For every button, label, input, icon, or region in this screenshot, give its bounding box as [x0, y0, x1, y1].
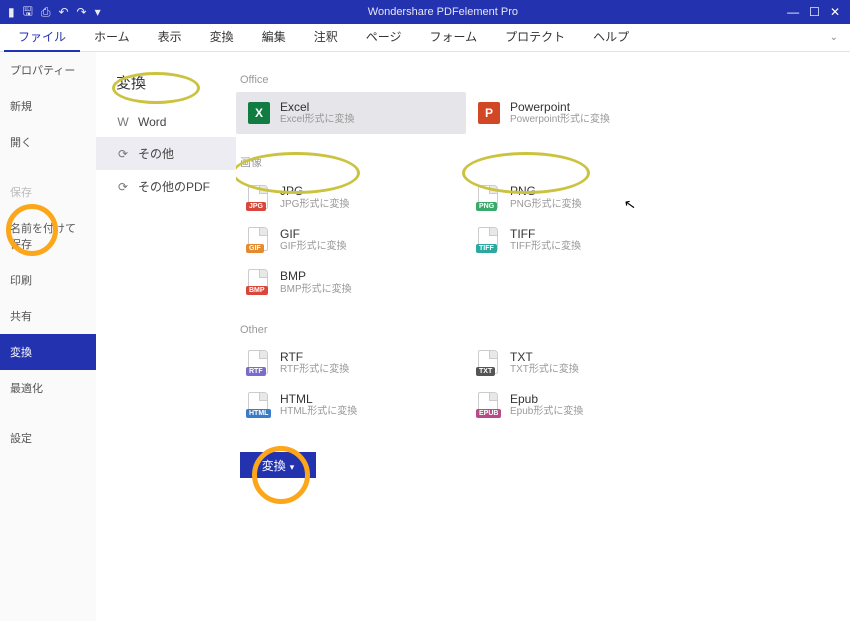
format-tile-png[interactable]: PNGPNGPNG形式に変換	[466, 176, 696, 218]
format-desc: Epub形式に変換	[510, 406, 583, 418]
format-tile-epub[interactable]: EPUB EpubEpub形式に変換	[466, 384, 696, 426]
category-item-0[interactable]: W Word	[96, 107, 236, 137]
format-name: JPG	[280, 184, 349, 198]
format-name: Excel	[280, 100, 354, 114]
section-label: Office	[240, 74, 842, 86]
menubar-item-2[interactable]: 表示	[144, 23, 196, 52]
section-label: 画像	[240, 154, 842, 170]
format-tile-ppt[interactable]: P PowerpointPowerpoint形式に変換	[466, 92, 696, 134]
menubar-item-9[interactable]: ヘルプ	[579, 23, 643, 52]
app-title: Wondershare PDFelement Pro	[109, 6, 778, 18]
category-icon: ⟳	[116, 180, 130, 194]
file-icon: GIF	[248, 227, 270, 253]
maximize-button[interactable]: ☐	[809, 5, 820, 19]
category-icon: ⟳	[116, 147, 130, 161]
category-label: その他	[138, 145, 174, 162]
sidebar-item-1[interactable]: 新規	[0, 88, 96, 124]
format-tile-html[interactable]: HTMLHTMLHTML形式に変換	[236, 384, 466, 426]
menubar-item-5[interactable]: 注釈	[300, 23, 352, 52]
format-tile-rtf[interactable]: RTFRTFRTF形式に変換	[236, 342, 466, 384]
file-icon: TXT	[478, 350, 500, 376]
format-name: Powerpoint	[510, 100, 610, 114]
file-icon: RTF	[248, 350, 270, 376]
sidebar-item-5[interactable]: 印刷	[0, 262, 96, 298]
format-name: BMP	[280, 269, 352, 283]
file-icon: JPG	[248, 185, 270, 211]
format-desc: Excel形式に変換	[280, 114, 354, 126]
menubar-item-7[interactable]: フォーム	[415, 23, 491, 52]
undo-icon[interactable]: ↶	[58, 5, 68, 19]
sidebar-item-0[interactable]: プロパティー	[0, 52, 96, 88]
app-icon: ▮	[8, 5, 15, 19]
menubar: ファイルホーム表示変換編集注釈ページフォームプロテクトヘルプ ⌄	[0, 24, 850, 52]
sidebar-item-2[interactable]: 開く	[0, 124, 96, 160]
format-name: GIF	[280, 227, 347, 241]
menubar-item-8[interactable]: プロテクト	[491, 23, 579, 52]
category-item-1[interactable]: ⟳ その他	[96, 137, 236, 170]
ribbon-expand-icon[interactable]: ⌄	[830, 32, 838, 43]
redo-icon[interactable]: ↷	[77, 5, 87, 19]
file-icon: BMP	[248, 269, 270, 295]
close-button[interactable]: ✕	[830, 5, 840, 19]
menubar-item-0[interactable]: ファイル	[4, 23, 80, 52]
section-label: Other	[240, 324, 842, 336]
save-icon[interactable]: 🖫	[23, 2, 33, 23]
sidebar-item-4[interactable]: 名前を付けて保存	[0, 210, 96, 262]
format-name: TXT	[510, 350, 579, 364]
menubar-item-3[interactable]: 変換	[196, 23, 248, 52]
format-tile-gif[interactable]: GIFGIFGIF形式に変換	[236, 219, 466, 261]
format-tile-bmp[interactable]: BMPBMPBMP形式に変換	[236, 261, 466, 303]
panel-title: 変換	[96, 64, 236, 107]
format-desc: JPG形式に変換	[280, 199, 349, 211]
menubar-item-1[interactable]: ホーム	[80, 23, 144, 52]
menubar-item-6[interactable]: ページ	[352, 23, 416, 52]
dropdown-icon[interactable]: ▾	[95, 5, 101, 19]
category-icon: W	[116, 115, 130, 129]
sidebar-item-8[interactable]: 最適化	[0, 370, 96, 406]
sidebar-item-7[interactable]: 変換	[0, 334, 96, 370]
format-desc: Powerpoint形式に変換	[510, 114, 610, 126]
file-icon: TIFF	[478, 227, 500, 253]
xls-icon: X	[248, 102, 270, 124]
format-name: HTML	[280, 392, 357, 406]
format-desc: HTML形式に変換	[280, 406, 357, 418]
format-desc: GIF形式に変換	[280, 241, 347, 253]
minimize-button[interactable]: —	[787, 5, 799, 19]
file-icon: EPUB	[478, 392, 500, 418]
file-icon: HTML	[248, 392, 270, 418]
sidebar-item-9[interactable]: 設定	[0, 420, 96, 456]
format-name: PNG	[510, 184, 582, 198]
format-desc: RTF形式に変換	[280, 364, 349, 376]
category-label: Word	[138, 115, 166, 129]
category-label: その他のPDF	[138, 178, 210, 195]
titlebar: ▮ 🖫 ⎙ ↶ ↷ ▾ Wondershare PDFelement Pro —…	[0, 0, 850, 24]
file-icon: PNG	[478, 185, 500, 211]
file-sidebar: プロパティー新規開く保存名前を付けて保存印刷共有変換最適化設定	[0, 52, 96, 621]
menubar-item-4[interactable]: 編集	[248, 23, 300, 52]
format-tile-xls[interactable]: X ExcelExcel形式に変換	[236, 92, 466, 134]
format-desc: PNG形式に変換	[510, 199, 582, 211]
ppt-icon: P	[478, 102, 500, 124]
convert-category-column: 変換 W Word ⟳ その他 ⟳ その他のPDF	[96, 52, 236, 621]
category-item-2[interactable]: ⟳ その他のPDF	[96, 170, 236, 203]
print-icon[interactable]: ⎙	[41, 5, 51, 20]
sidebar-item-3[interactable]: 保存	[0, 174, 96, 210]
convert-button[interactable]: 変換	[240, 452, 316, 478]
format-desc: BMP形式に変換	[280, 284, 352, 296]
format-name: Epub	[510, 392, 583, 406]
format-tile-txt[interactable]: TXTTXTTXT形式に変換	[466, 342, 696, 384]
convert-formats-panel: Office X ExcelExcel形式に変換 P PowerpointPowerpo…	[236, 52, 850, 621]
format-name: RTF	[280, 350, 349, 364]
sidebar-item-6[interactable]: 共有	[0, 298, 96, 334]
format-tile-jpg[interactable]: JPGJPGJPG形式に変換	[236, 176, 466, 218]
format-desc: TXT形式に変換	[510, 364, 579, 376]
format-desc: TIFF形式に変換	[510, 241, 581, 253]
format-tile-tiff[interactable]: TIFFTIFFTIFF形式に変換	[466, 219, 696, 261]
format-name: TIFF	[510, 227, 581, 241]
